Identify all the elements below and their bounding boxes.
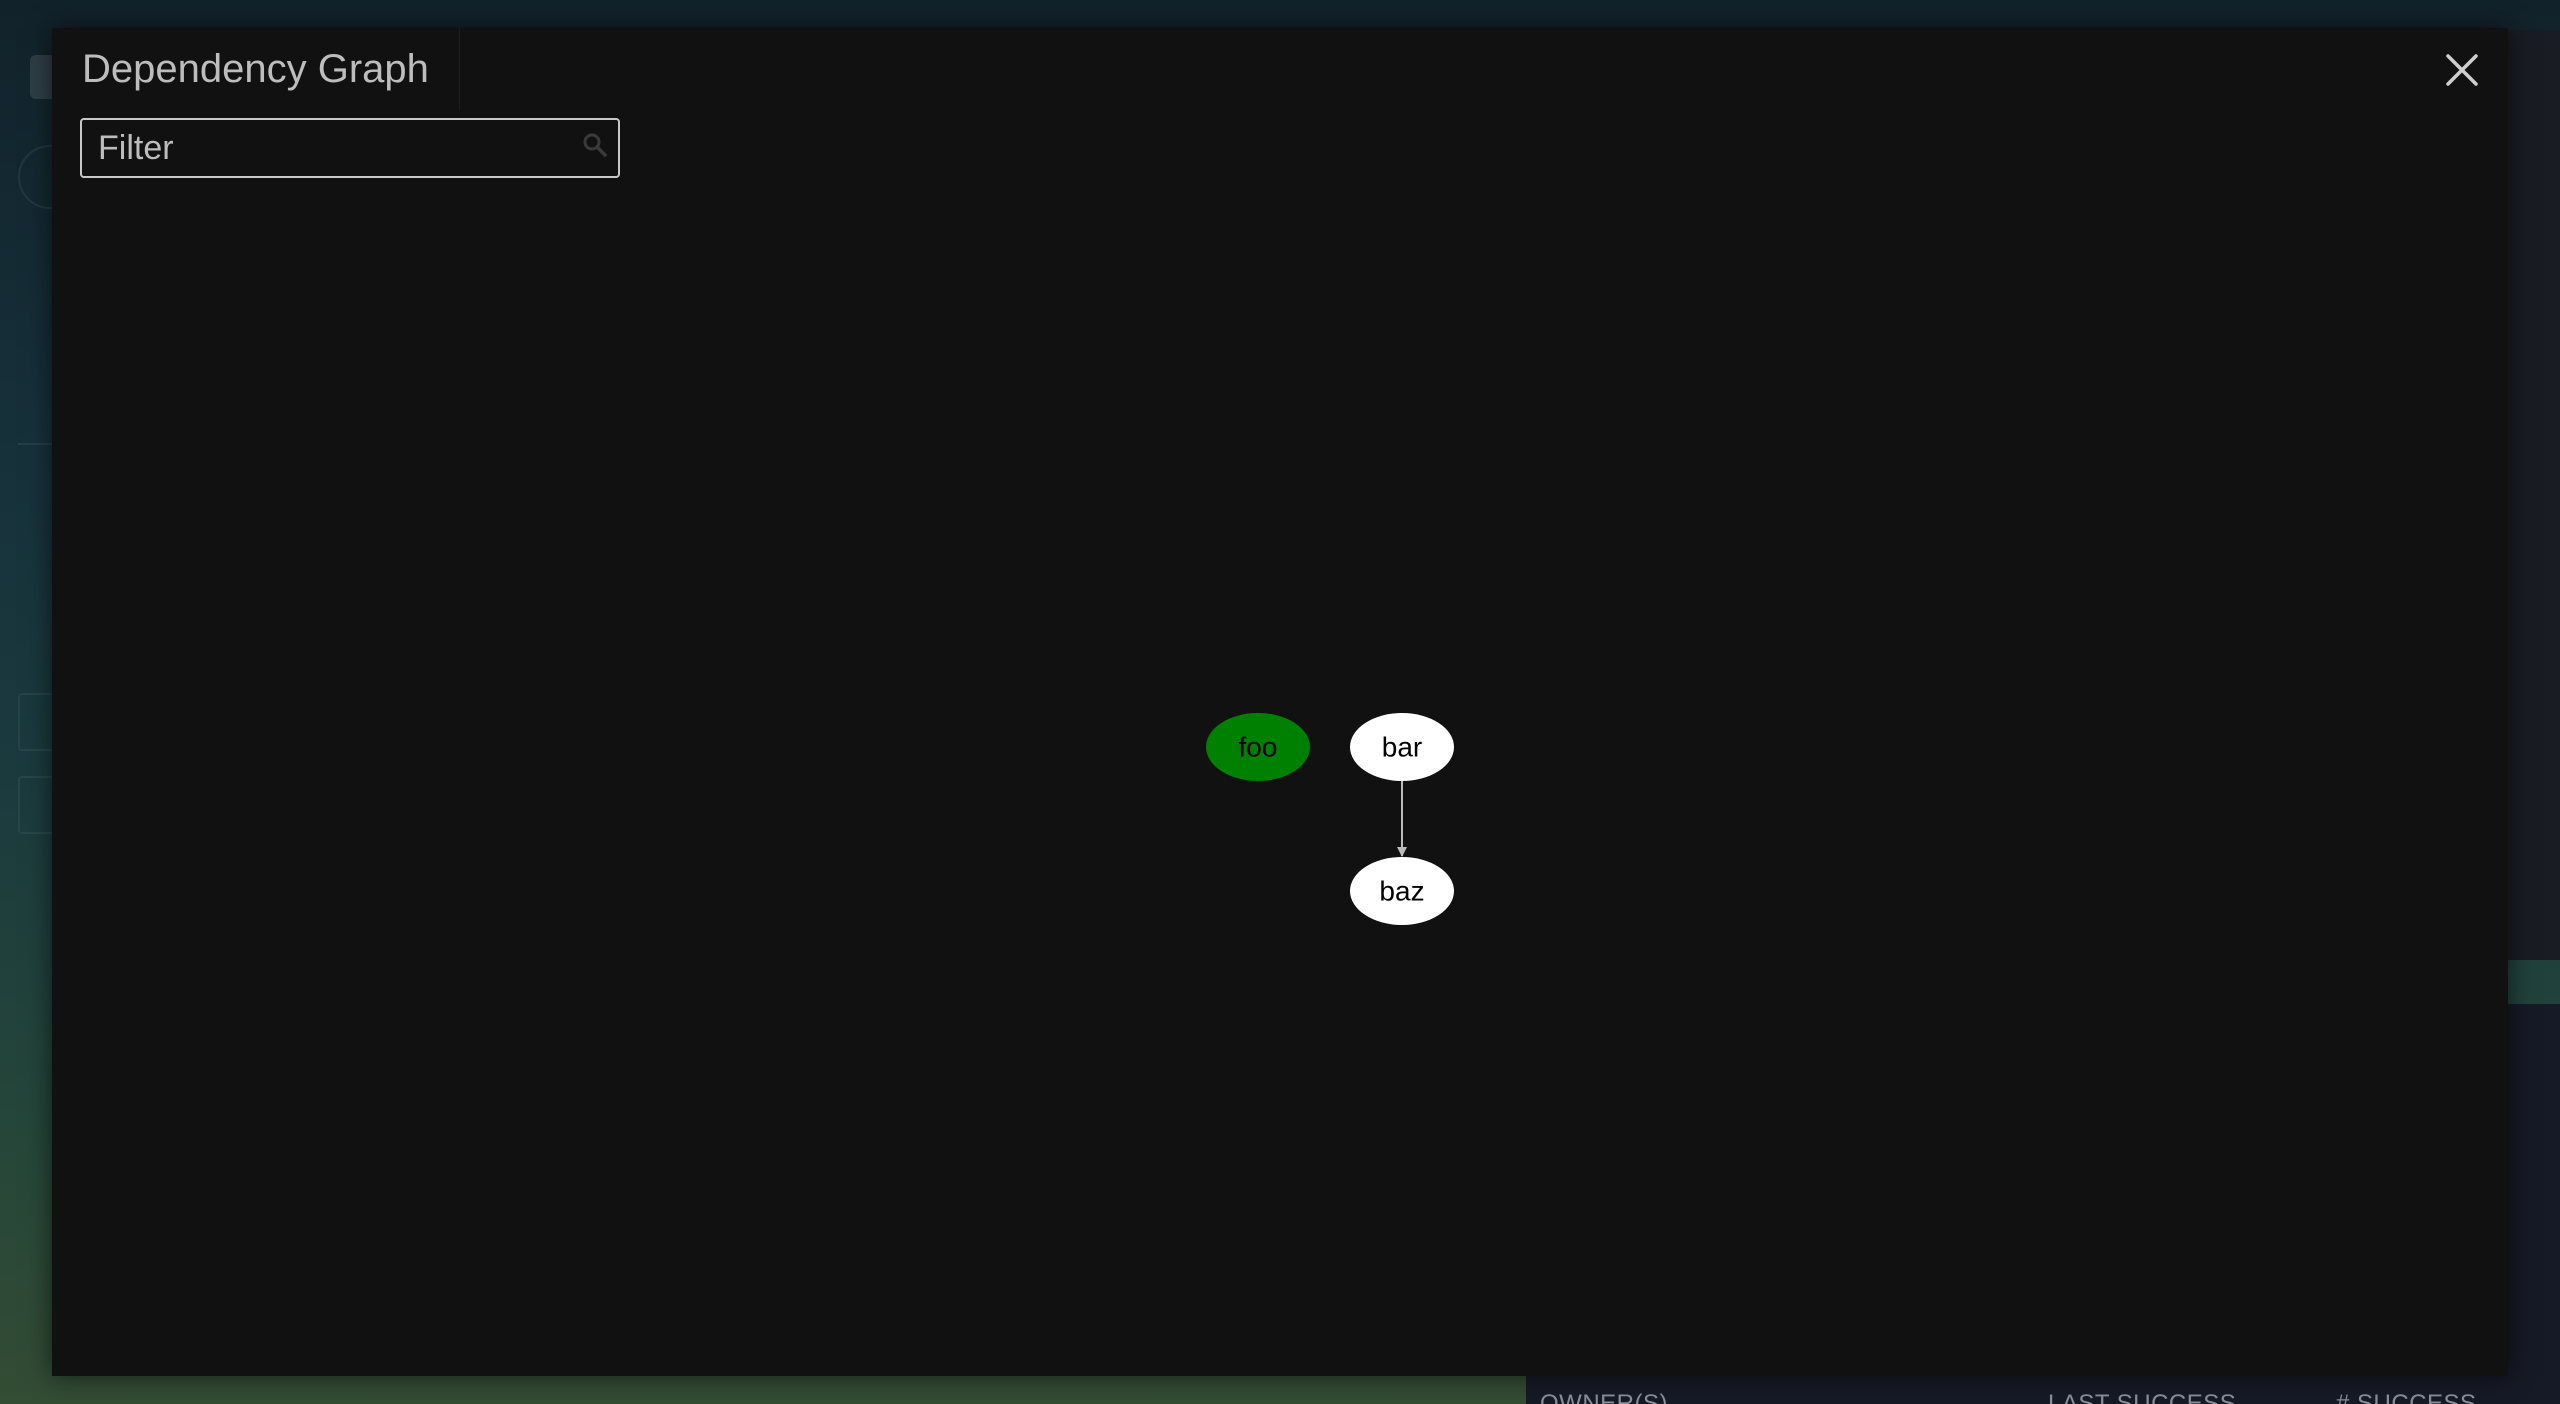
background-header-success-count: # SUCCESS xyxy=(2336,1390,2477,1404)
graph-node-bar[interactable]: bar xyxy=(1350,713,1454,781)
background-header-last-success: LAST SUCCESS xyxy=(2048,1390,2237,1404)
dependency-graph: foo bar baz xyxy=(1206,713,1454,925)
background-scroll-area xyxy=(2508,30,2560,960)
dependency-graph-modal: foo bar baz Dependency Graph xyxy=(52,28,2508,1376)
modal-title: Dependency Graph xyxy=(82,28,460,110)
graph-node-foo[interactable]: foo xyxy=(1206,713,1310,781)
background-header-owners: OWNER(S) xyxy=(1540,1390,1668,1404)
graph-node-baz[interactable]: baz xyxy=(1350,857,1454,925)
filter-input[interactable] xyxy=(82,120,618,176)
filter-field[interactable] xyxy=(80,118,620,178)
graph-node-label: baz xyxy=(1379,876,1424,907)
graph-node-label: bar xyxy=(1382,732,1422,763)
close-icon xyxy=(2446,54,2478,86)
search-icon xyxy=(583,133,607,157)
graph-node-label: foo xyxy=(1239,732,1278,763)
close-button[interactable] xyxy=(2442,50,2482,90)
